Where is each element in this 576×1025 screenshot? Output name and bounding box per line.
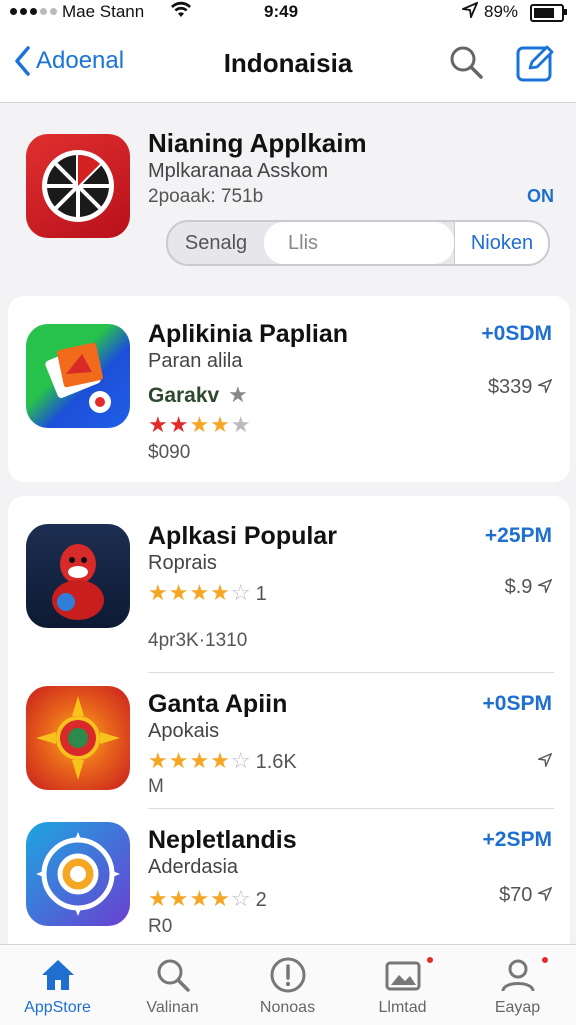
tab-appstore[interactable]: AppStore [0, 945, 115, 1025]
back-button[interactable]: Adoenal [14, 46, 124, 76]
price-button[interactable]: +0SDM [481, 322, 552, 346]
mascot-icon [52, 544, 104, 620]
segment-option-1[interactable]: Senalg [168, 222, 264, 264]
battery-percentage: 89% [484, 2, 519, 21]
app-subtitle: Apokais [148, 720, 220, 742]
search-button[interactable] [446, 42, 486, 82]
rating-stars: ★★★★★ [148, 412, 252, 437]
search-icon [157, 959, 190, 992]
divider [148, 808, 554, 809]
carrier-name: Mae Stann [62, 2, 145, 21]
compose-icon [516, 45, 554, 82]
tab-bar: AppStore Valinan Nonoas Llmtad Eayap [0, 944, 576, 1025]
developer-star-icon: ★ [228, 382, 248, 407]
app-meta: M [148, 776, 164, 797]
featured-app-name: Nianing Applkaim [148, 128, 367, 158]
cellular-signal-icon [10, 8, 57, 15]
price-button[interactable]: +0SPM [483, 692, 552, 716]
rating-count: 1.6K [255, 751, 297, 773]
clock: 9:49 [264, 2, 299, 21]
app-subtitle: Roprais [148, 552, 217, 574]
featured-badge: ON [527, 186, 554, 206]
tab-label: Eayap [494, 999, 541, 1016]
app-icon [26, 324, 130, 428]
battery-icon [530, 4, 567, 22]
location-arrow-icon [536, 578, 553, 595]
rating-stars: ★★★★☆ 1 [148, 580, 267, 605]
tab-info[interactable]: Nonoas [230, 945, 345, 1025]
developer-name: Garakv [148, 384, 220, 407]
location-arrow-icon [536, 886, 553, 903]
app-name: Aplkasi Popular [148, 522, 337, 550]
tab-label: Llmtad [378, 999, 427, 1016]
tab-search[interactable]: Valinan [115, 945, 230, 1025]
rating-stars: ★★★★☆ 1.6K [148, 748, 297, 773]
app-icon [26, 822, 130, 926]
secondary-price-label: $.9 [504, 576, 533, 598]
app-icon [26, 524, 130, 628]
app-meta: R0 [148, 916, 173, 937]
wheel-icon [42, 150, 114, 222]
tab-account[interactable]: Eayap [460, 945, 575, 1025]
list-item[interactable]: Aplkasi Popular Roprais ★★★★☆ 1 4pr3K·131… [8, 496, 570, 674]
list-item[interactable]: Nepletlandis Aderdasia ★★★★☆ 2 R0 +2SPM $… [8, 810, 570, 944]
divider [148, 672, 554, 673]
sun-face-icon [36, 696, 120, 780]
status-bar: Mae Stann 9:49 89% [0, 0, 576, 26]
rating-stars: ★★★★☆ 2 [148, 886, 267, 911]
featured-app-card[interactable]: Nianing Applkaim Mplkaranaa Asskom 2poaa… [0, 110, 576, 282]
back-label: Adoenal [36, 47, 125, 74]
secondary-price-label: $339 [487, 376, 533, 398]
tab-label: Nonoas [259, 999, 316, 1016]
price-button[interactable]: +25PM [485, 524, 552, 548]
location-arrow-icon [459, 1, 479, 23]
featured-app-meta: 2poaak: 751b [148, 186, 264, 207]
app-icon [26, 686, 130, 790]
app-name: Aplikinia Paplian [148, 320, 349, 348]
image-icon [385, 961, 421, 991]
featured-app-icon [26, 134, 130, 238]
list-item[interactable]: Ganta Apiin Apokais ★★★★☆ 1.6K M +0SPM [8, 674, 570, 808]
secondary-price[interactable] [536, 750, 553, 773]
app-subtitle: Aderdasia [148, 856, 239, 878]
person-icon [501, 959, 535, 992]
tab-label: Valinan [146, 999, 199, 1016]
home-icon [42, 960, 74, 990]
app-size: $090 [148, 442, 191, 463]
secondary-price[interactable]: $339 [487, 376, 553, 399]
notification-dot [542, 957, 548, 963]
notification-dot [427, 957, 433, 963]
compass-icon [36, 832, 120, 916]
app-meta: 4pr3K·1310 [148, 630, 248, 651]
location-arrow-icon [536, 378, 553, 395]
info-icon [270, 957, 306, 993]
photo-stack-icon [45, 342, 111, 413]
search-icon [450, 46, 483, 79]
location-arrow-icon [536, 752, 553, 769]
segmented-control: Senalg Llis Nioken [166, 220, 550, 266]
navigation-bar: Adoenal Indonaisia [0, 26, 576, 103]
secondary-price-label: $70 [499, 884, 533, 906]
featured-app-subtitle: Mplkaranaa Asskom [148, 160, 329, 182]
rating-count: 2 [255, 889, 267, 911]
app-name: Nepletlandis [148, 826, 297, 854]
tab-label: AppStore [24, 999, 91, 1016]
segment-option-3[interactable]: Nioken [454, 222, 548, 264]
segment-option-2[interactable]: Llis [264, 222, 454, 264]
tab-updates[interactable]: Llmtad [345, 945, 460, 1025]
rating-count: 1 [255, 583, 267, 605]
wifi-icon [170, 1, 192, 24]
compose-button[interactable] [514, 42, 556, 84]
secondary-price[interactable]: $70 [499, 884, 553, 907]
app-card[interactable]: Aplikinia Paplian Paran alila Garakv ★ ★… [8, 296, 570, 482]
chevron-left-icon [15, 46, 30, 76]
secondary-price[interactable]: $.9 [504, 576, 553, 599]
app-list-card: Aplkasi Popular Roprais ★★★★☆ 1 4pr3K·131… [8, 496, 570, 956]
app-subtitle: Paran alila [148, 350, 243, 372]
price-button[interactable]: +2SPM [483, 828, 552, 852]
app-name: Ganta Apiin [148, 690, 288, 718]
